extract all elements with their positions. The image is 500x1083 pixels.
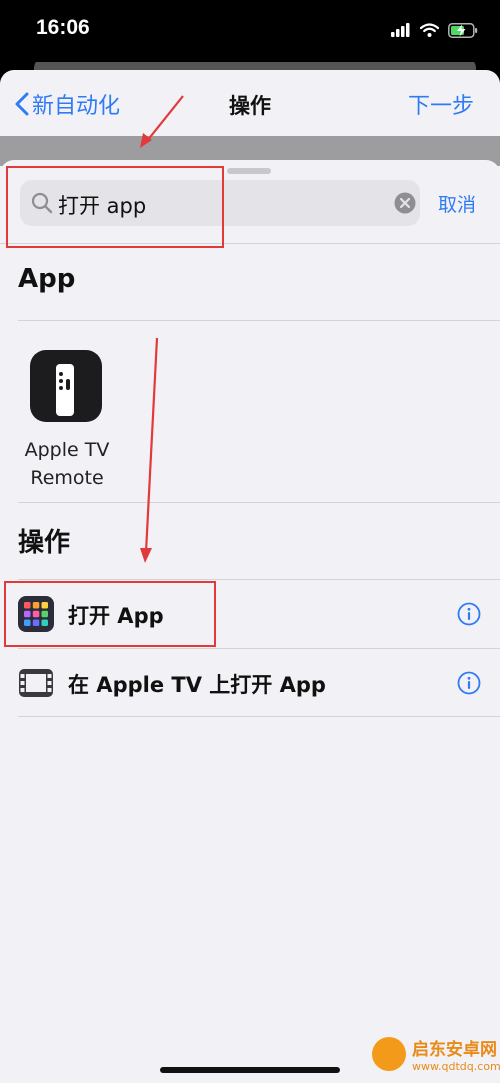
divider — [18, 320, 500, 321]
watermark: 启东安卓网 www.qdtdq.com — [372, 1035, 500, 1073]
annotation-box-search — [6, 166, 224, 248]
clear-search-icon[interactable] — [394, 192, 416, 214]
status-bar: 16:06 — [0, 0, 500, 62]
action-label: 在 Apple TV 上打开 App — [68, 673, 326, 697]
status-time: 16:06 — [36, 16, 90, 39]
divider — [18, 716, 500, 717]
home-indicator — [160, 1067, 340, 1073]
actions-section-title: 操作 — [18, 528, 71, 558]
annotation-box-open-app — [4, 581, 216, 647]
status-icons — [391, 19, 478, 41]
watermark-brand: 启东安卓网 — [412, 1040, 497, 1060]
info-icon[interactable] — [457, 602, 481, 626]
wifi-icon — [420, 23, 439, 37]
sheet-grabber[interactable] — [227, 168, 271, 174]
next-button[interactable]: 下一步 — [408, 88, 474, 120]
tv-frame-icon — [19, 669, 53, 697]
info-icon[interactable] — [457, 671, 481, 695]
watermark-logo-icon — [372, 1037, 406, 1071]
cellular-signal-icon — [391, 23, 410, 37]
apps-section-title: App — [18, 264, 76, 294]
cancel-button[interactable]: 取消 — [438, 190, 476, 217]
battery-charging-icon — [448, 22, 478, 38]
apple-tv-remote-icon — [30, 350, 102, 422]
watermark-url: www.qdtdq.com — [412, 1060, 500, 1073]
action-row-open-app-on-apple-tv[interactable]: 在 Apple TV 上打开 App — [0, 649, 500, 717]
app-name: Apple TV Remote — [24, 439, 110, 489]
divider — [18, 502, 500, 503]
